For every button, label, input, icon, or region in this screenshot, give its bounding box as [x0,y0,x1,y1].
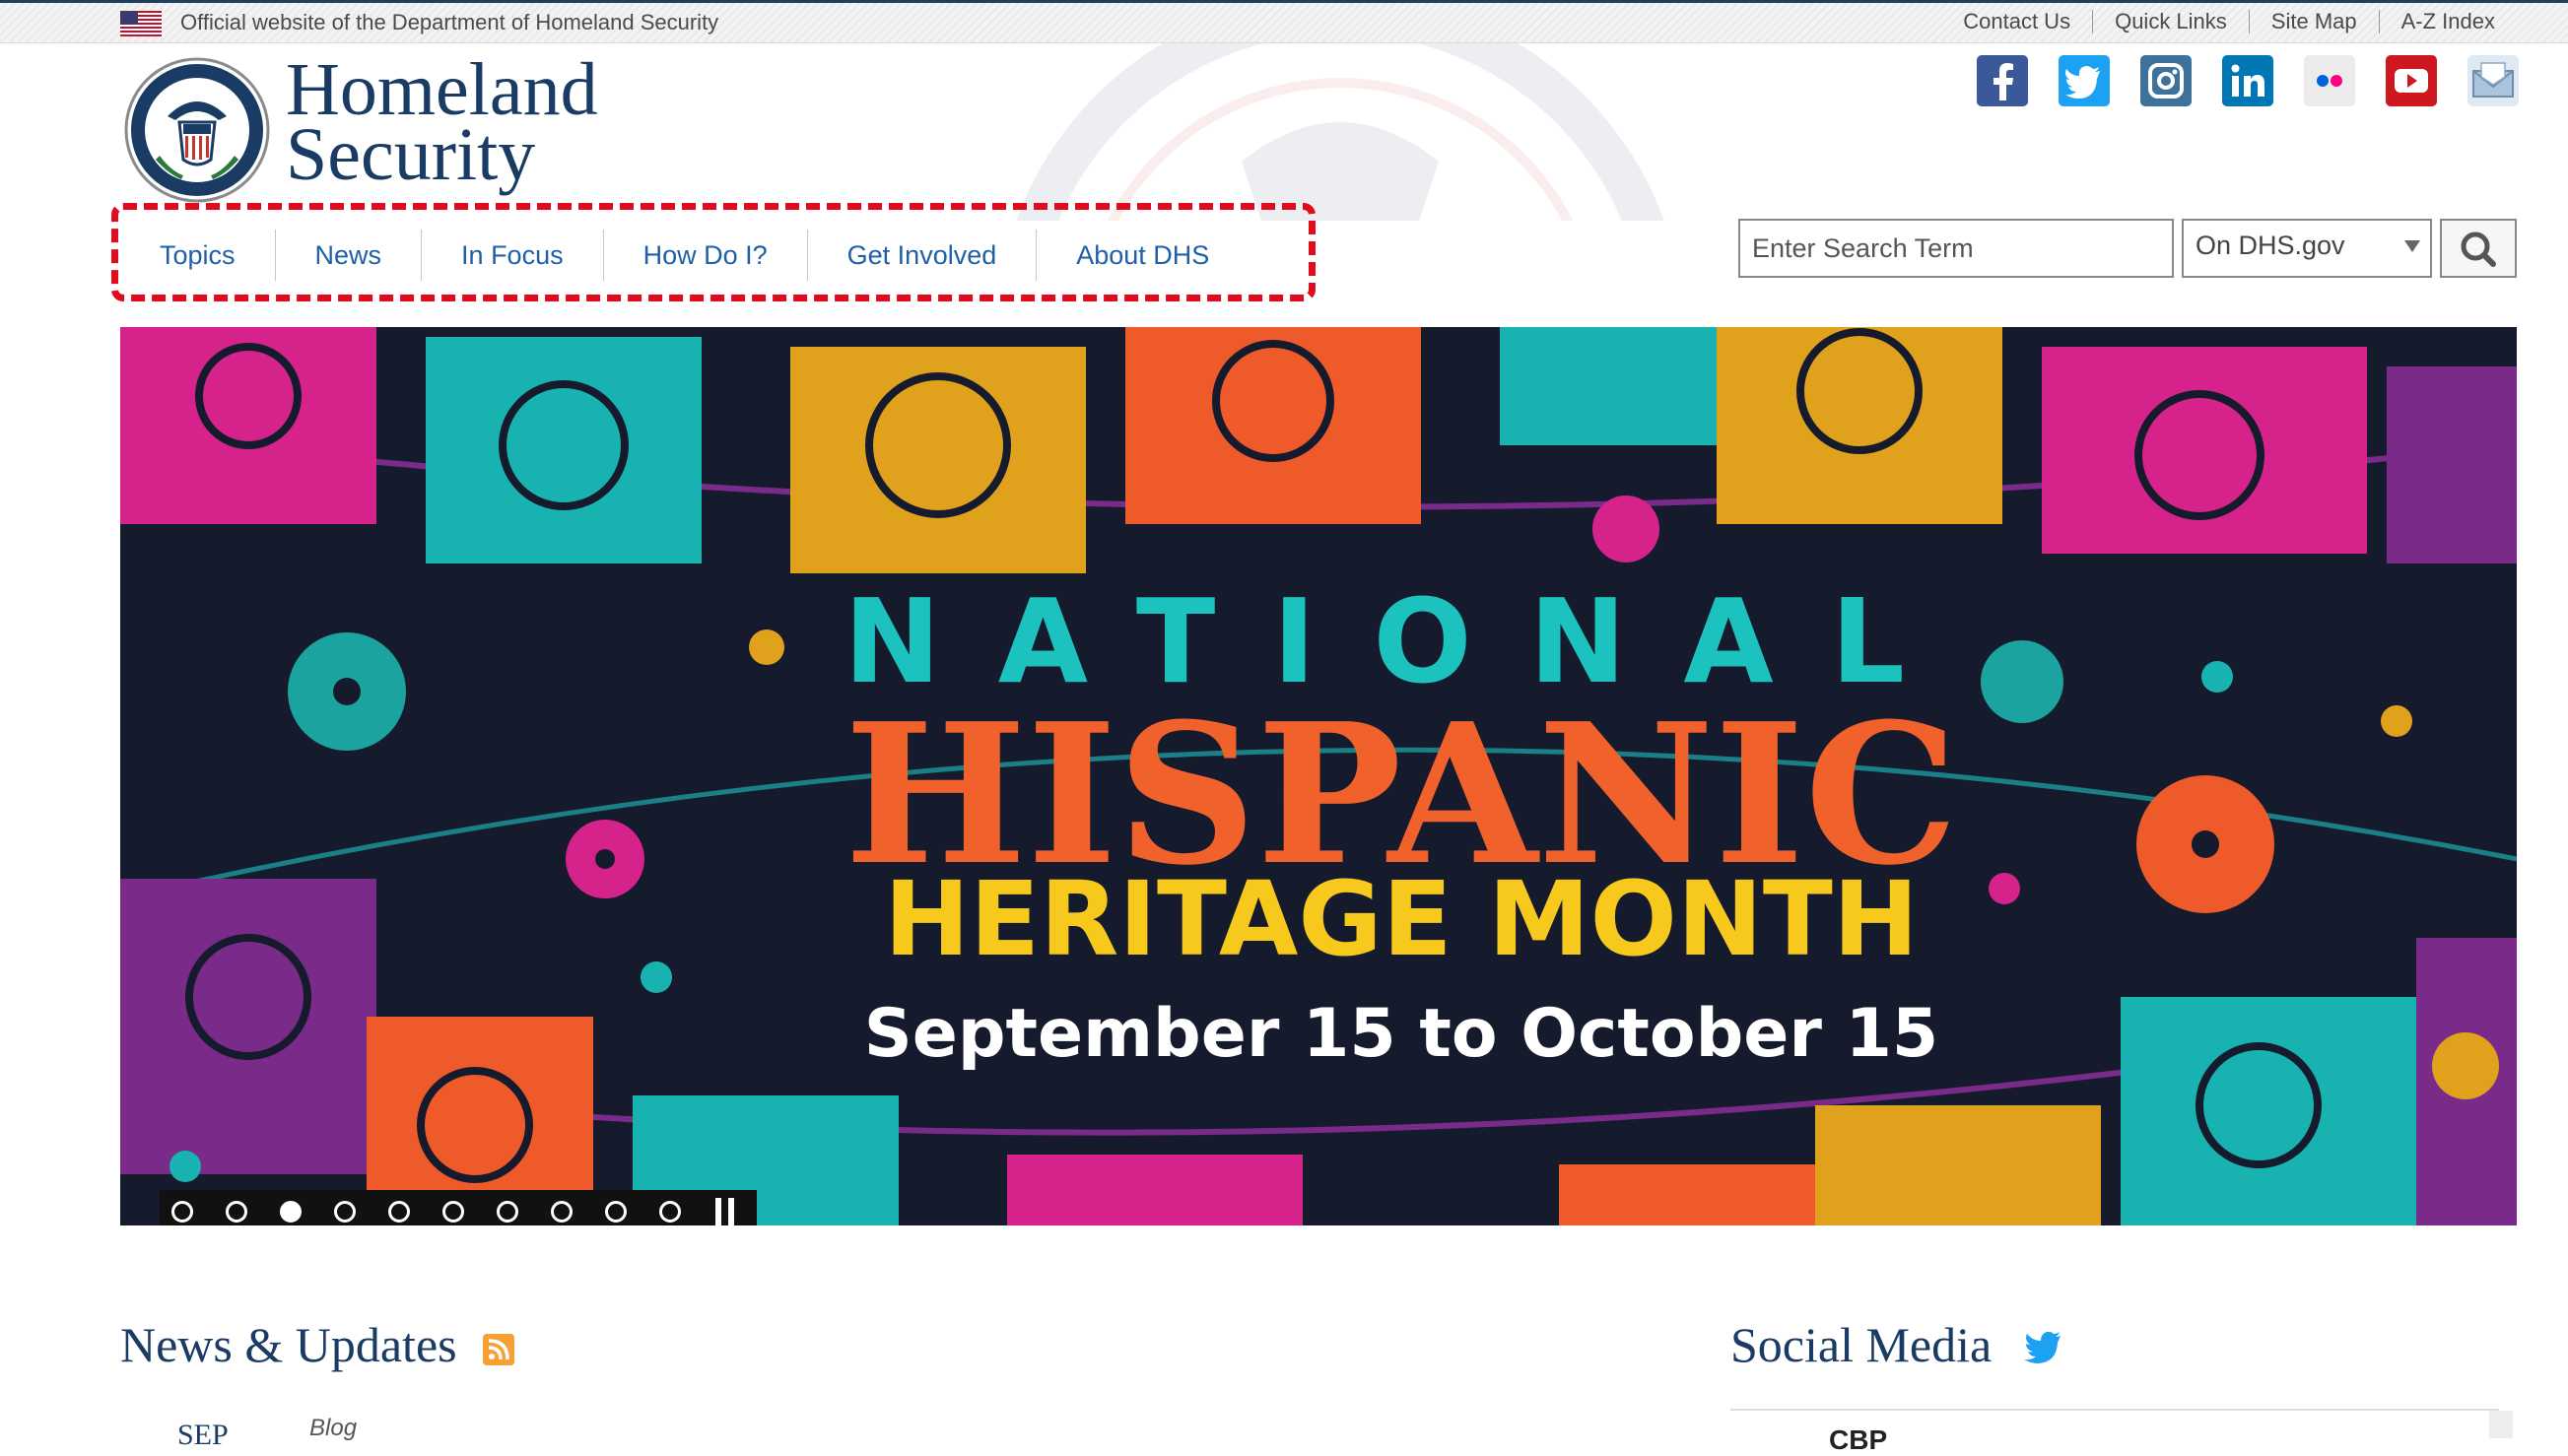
rss-icon[interactable] [483,1334,514,1365]
hero-text: NATIONAL HISPANIC HERITAGE MONTH Septemb… [120,327,2517,1225]
carousel-dot-1[interactable] [171,1201,193,1223]
carousel-dot-7[interactable] [497,1201,518,1223]
seal-watermark [1016,43,1664,221]
pause-icon[interactable] [715,1198,734,1225]
chevron-down-icon [2404,240,2420,252]
utility-bar: Official website of the Department of Ho… [0,0,2568,43]
carousel-dot-8[interactable] [551,1201,573,1223]
carousel-dot-2[interactable] [226,1201,247,1223]
us-flag-icon [120,11,162,36]
social-feed-account-name: CBP [1829,1424,1888,1455]
search-button[interactable] [2440,219,2517,278]
instagram-icon[interactable] [2140,55,2192,106]
news-updates-heading: News & Updates [120,1317,457,1372]
dhs-seal-logo[interactable] [124,57,270,203]
news-date-month: SEP [177,1419,229,1451]
nav-highlight-box [111,203,1316,301]
social-media-heading: Social Media [1730,1317,1993,1372]
twitter-icon[interactable] [2059,55,2110,106]
carousel-pager [160,1190,757,1225]
search-scope-value: On DHS.gov [2196,231,2345,260]
carousel-dot-10[interactable] [659,1201,681,1223]
hero-line-dates: September 15 to October 15 [863,995,1939,1073]
site-map-link[interactable]: Site Map [2248,10,2379,33]
carousel-dot-6[interactable] [442,1201,464,1223]
logo-line-2: Security [286,113,536,196]
flickr-icon[interactable] [2304,55,2355,106]
youtube-icon[interactable] [2386,55,2437,106]
social-icons [1977,55,2519,106]
hero-carousel[interactable]: NATIONAL HISPANIC HERITAGE MONTH Septemb… [120,327,2517,1225]
email-icon[interactable] [2467,55,2519,106]
search-icon [2461,232,2496,267]
carousel-dot-9[interactable] [605,1201,627,1223]
facebook-icon[interactable] [1977,55,2028,106]
carousel-dot-3[interactable] [280,1201,302,1223]
twitter-bird-icon[interactable] [2024,1332,2061,1363]
carousel-dot-4[interactable] [334,1201,356,1223]
official-website-text: Official website of the Department of Ho… [180,10,719,34]
contact-us-link[interactable]: Contact Us [1941,10,2092,33]
linkedin-icon[interactable] [2222,55,2273,106]
utility-links: Contact Us Quick Links Site Map A-Z Inde… [1941,10,2517,33]
feed-scroll-up-button[interactable] [2489,1411,2513,1438]
hero-line-heritage-month: HERITAGE MONTH [884,859,1919,979]
search-scope-select[interactable]: On DHS.gov [2182,219,2432,278]
carousel-dot-5[interactable] [388,1201,410,1223]
quick-links-link[interactable]: Quick Links [2092,10,2249,33]
homeland-security-wordmark[interactable]: Homeland Security [286,52,598,196]
search-input[interactable] [1738,219,2174,278]
az-index-link[interactable]: A-Z Index [2378,10,2517,33]
